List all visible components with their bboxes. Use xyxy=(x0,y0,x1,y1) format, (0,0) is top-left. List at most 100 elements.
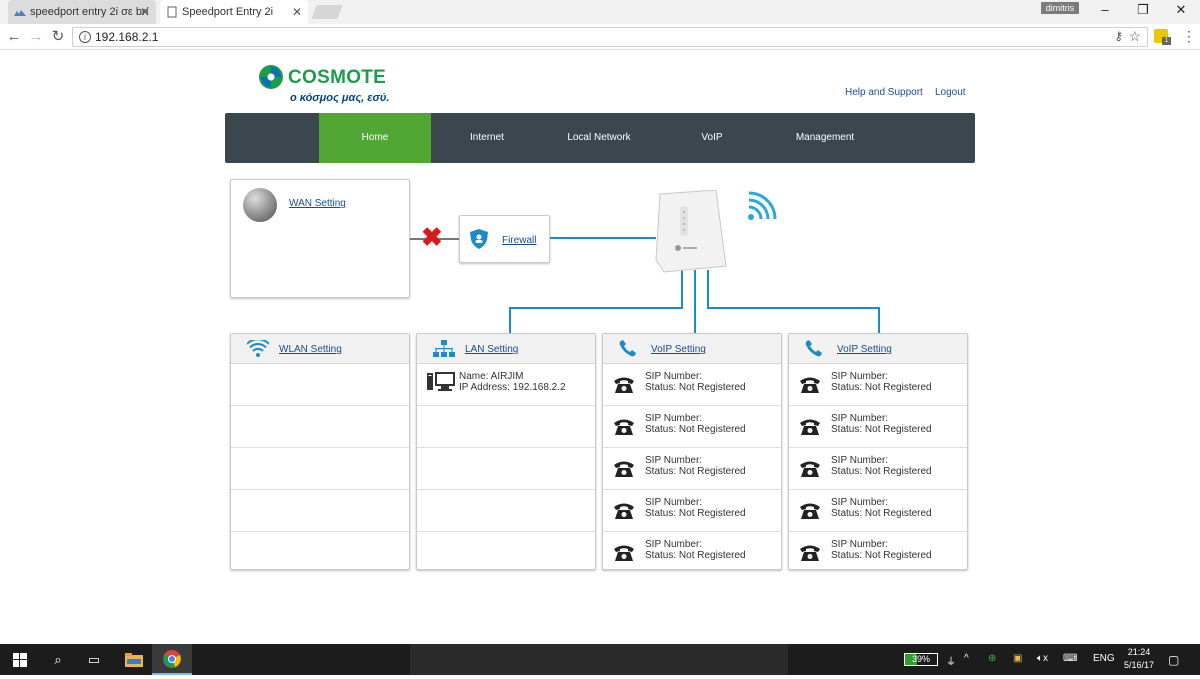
lan-setting-link[interactable]: LAN Setting xyxy=(465,344,518,355)
profile-chip[interactable]: dimitris xyxy=(1041,2,1079,14)
network-icon xyxy=(433,340,455,357)
key-icon[interactable]: ⚷ xyxy=(1114,29,1123,43)
voip2-drop-line xyxy=(878,307,880,333)
list-item xyxy=(231,406,409,448)
router-line-left xyxy=(681,270,683,308)
sip-number-label: SIP Number: xyxy=(831,539,889,550)
keyboard-icon[interactable]: ⌨ xyxy=(1063,653,1077,664)
sip-line-row[interactable]: SIP Number: Status: Not Registered xyxy=(789,448,967,490)
sip-line-row[interactable]: SIP Number: Status: Not Registered xyxy=(789,532,967,574)
list-item xyxy=(417,448,595,490)
file-explorer-icon[interactable] xyxy=(114,644,154,675)
battery-percent: 39% xyxy=(911,654,930,664)
url-input[interactable]: i 192.168.2.1 ⚷ ☆ xyxy=(72,27,1148,47)
telephone-icon xyxy=(800,419,820,435)
sip-status-label: Status: Not Registered xyxy=(831,508,932,519)
language-indicator[interactable]: ENG xyxy=(1093,653,1115,664)
minimize-icon[interactable]: – xyxy=(1086,0,1124,22)
address-toolbar: ← → ↻ i 192.168.2.1 ⚷ ☆ 1 ⋮ xyxy=(0,24,1200,50)
search-icon[interactable]: ⌕ xyxy=(38,644,78,675)
task-view-icon[interactable]: ▭ xyxy=(74,644,114,675)
lan-panel: LAN Setting Name: AIRJIM IP Address: 192… xyxy=(416,333,596,570)
lan-device-ip: IP Address: 192.168.2.2 xyxy=(459,382,566,393)
sip-line-row[interactable]: SIP Number: Status: Not Registered xyxy=(789,490,967,532)
voip-panel-2: VoIP Setting SIP Number: Status: Not Reg… xyxy=(788,333,968,570)
sip-line-row[interactable]: SIP Number: Status: Not Registered xyxy=(603,490,781,532)
nav-local-network[interactable]: Local Network xyxy=(543,113,655,163)
bookmark-star-icon[interactable]: ☆ xyxy=(1128,28,1141,45)
firewall-router-line xyxy=(550,237,656,239)
telephone-icon xyxy=(614,419,634,435)
voip-panel-2-header: VoIP Setting xyxy=(789,334,967,364)
wlan-setting-link[interactable]: WLAN Setting xyxy=(279,344,342,355)
windows-start-icon[interactable] xyxy=(0,644,40,675)
sip-line-row[interactable]: SIP Number: Status: Not Registered xyxy=(789,406,967,448)
url-text: 192.168.2.1 xyxy=(95,30,159,44)
voip-setting-link[interactable]: VoIP Setting xyxy=(837,344,892,355)
handset-icon xyxy=(805,340,822,357)
page-favicon-icon xyxy=(167,6,177,18)
reload-icon[interactable]: ↻ xyxy=(48,27,68,47)
notification-app-icon[interactable]: ▣ xyxy=(1013,653,1022,664)
chevron-up-icon[interactable]: ^ xyxy=(964,653,969,664)
sip-number-label: SIP Number: xyxy=(645,413,703,424)
firewall-card: Firewall xyxy=(459,215,550,263)
action-center-icon[interactable]: ▢ xyxy=(1168,653,1179,667)
browser-tab-1[interactable]: speedport entry 2i σε brí ✕ xyxy=(8,0,156,24)
router-to-lan-line xyxy=(510,307,683,309)
network-globe-icon[interactable]: ⊕ xyxy=(988,653,996,664)
list-item xyxy=(231,448,409,490)
lan-drop-line xyxy=(509,307,511,333)
close-tab-icon[interactable]: ✕ xyxy=(140,0,150,24)
wifi-signal-icon xyxy=(748,191,777,220)
nav-voip[interactable]: VoIP xyxy=(656,113,768,163)
logout-link[interactable]: Logout xyxy=(935,87,966,98)
maximize-icon[interactable]: ❐ xyxy=(1124,0,1162,22)
voip-panel-1-header: VoIP Setting xyxy=(603,334,781,364)
sip-status-label: Status: Not Registered xyxy=(831,466,932,477)
sip-line-row[interactable]: SIP Number: Status: Not Registered xyxy=(789,364,967,406)
browser-tab-2[interactable]: Speedport Entry 2i ✕ xyxy=(160,0,308,24)
list-item xyxy=(231,490,409,532)
info-icon[interactable]: i xyxy=(79,31,91,43)
back-icon[interactable]: ← xyxy=(4,27,24,47)
sip-number-label: SIP Number: xyxy=(645,371,703,382)
clock[interactable]: 21:24 5/16/17 xyxy=(1114,646,1164,672)
sip-number-label: SIP Number: xyxy=(831,413,889,424)
wlan-panel: WLAN Setting xyxy=(230,333,410,570)
voip1-drop-line xyxy=(694,270,696,333)
new-tab-button[interactable] xyxy=(311,5,343,19)
sip-number-label: SIP Number: xyxy=(831,497,889,508)
browser-menu-icon[interactable]: ⋮ xyxy=(1182,28,1196,45)
sip-line-row[interactable]: SIP Number: Status: Not Registered xyxy=(603,448,781,490)
sip-status-label: Status: Not Registered xyxy=(831,382,932,393)
close-tab-icon[interactable]: ✕ xyxy=(292,0,302,24)
volume-muted-icon[interactable]: 🔈︎x xyxy=(1037,653,1048,664)
nav-home[interactable]: Home xyxy=(319,113,431,163)
battery-indicator[interactable]: 39% xyxy=(904,653,938,666)
wan-setting-link[interactable]: WAN Setting xyxy=(289,198,346,209)
telephone-icon xyxy=(614,545,634,561)
sip-status-label: Status: Not Registered xyxy=(645,424,746,435)
close-window-icon[interactable]: ✕ xyxy=(1162,0,1200,22)
sip-line-row[interactable]: SIP Number: Status: Not Registered xyxy=(603,364,781,406)
cosmote-logo: COSMOTE ο κόσμος μας, εσύ. xyxy=(258,64,408,106)
cosmote-logo-mark-icon xyxy=(259,65,283,89)
voip-setting-link[interactable]: VoIP Setting xyxy=(651,344,706,355)
nav-management[interactable]: Management xyxy=(769,113,881,163)
sip-number-label: SIP Number: xyxy=(645,455,703,466)
firewall-link[interactable]: Firewall xyxy=(502,235,536,246)
disconnected-cross-icon: ✖ xyxy=(421,222,443,252)
chrome-icon[interactable] xyxy=(152,644,192,675)
help-and-support-link[interactable]: Help and Support xyxy=(845,87,923,98)
taskbar-background-strip xyxy=(410,644,788,675)
forward-icon[interactable]: → xyxy=(26,27,46,47)
nav-internet[interactable]: Internet xyxy=(431,113,543,163)
sip-line-row[interactable]: SIP Number: Status: Not Registered xyxy=(603,532,781,574)
lan-device-row[interactable]: Name: AIRJIM IP Address: 192.168.2.2 xyxy=(417,364,595,406)
sip-line-row[interactable]: SIP Number: Status: Not Registered xyxy=(603,406,781,448)
router-to-voip2-line xyxy=(707,307,880,309)
brand-name: COSMOTE xyxy=(288,67,387,88)
plug-icon[interactable]: ⏚ xyxy=(946,653,956,668)
sip-status-label: Status: Not Registered xyxy=(831,424,932,435)
